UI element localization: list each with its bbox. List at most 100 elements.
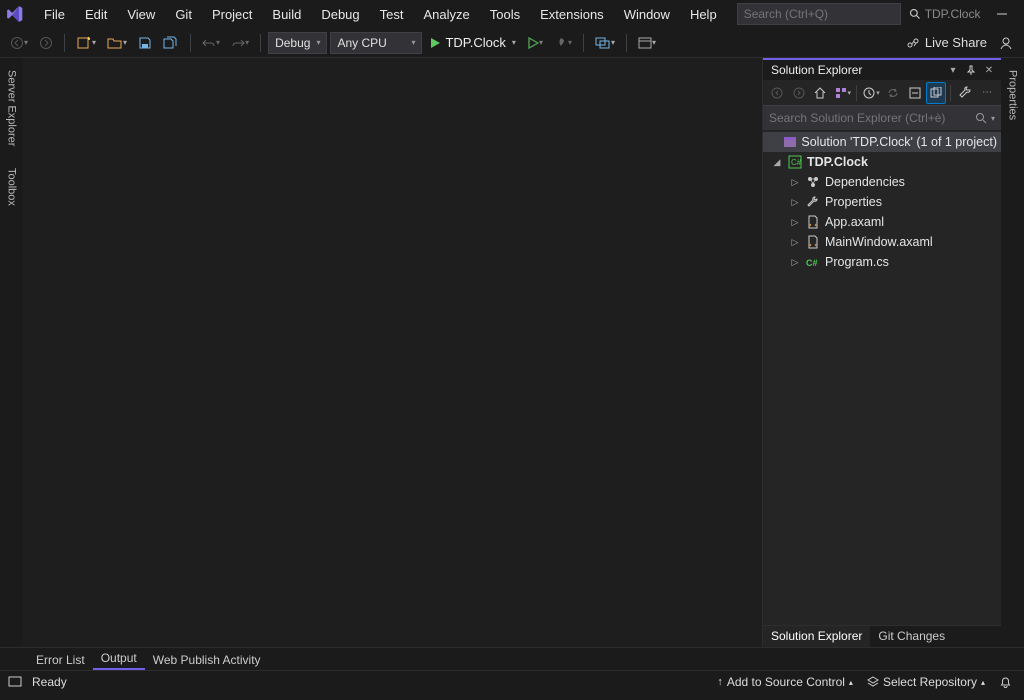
project-label: TDP.Clock bbox=[807, 155, 868, 169]
open-file-button[interactable]: ▾ bbox=[103, 32, 131, 54]
collapse-twisty-icon[interactable]: ▷ bbox=[789, 237, 801, 248]
menu-git[interactable]: Git bbox=[165, 3, 202, 26]
toolbox-tab[interactable]: Toolbox bbox=[4, 164, 20, 210]
tree-item-mainwindow-axaml[interactable]: ▷ MainWindow.axaml bbox=[763, 232, 1001, 252]
home-icon[interactable] bbox=[811, 82, 831, 104]
tab-error-list[interactable]: Error List bbox=[28, 650, 93, 670]
menu-file[interactable]: File bbox=[34, 3, 75, 26]
save-all-button[interactable] bbox=[159, 32, 183, 54]
separator bbox=[856, 85, 857, 101]
tree-item-properties[interactable]: ▷ Properties bbox=[763, 192, 1001, 212]
menu-help[interactable]: Help bbox=[680, 3, 727, 26]
solution-search[interactable]: ▾ bbox=[763, 106, 1001, 130]
select-repository-button[interactable]: Select Repository▴ bbox=[863, 673, 989, 691]
menu-debug[interactable]: Debug bbox=[311, 3, 369, 26]
solution-explorer-panel: Solution Explorer ▾ ✕ ▾ ▾ ⋯ ▾ bbox=[762, 58, 1001, 647]
search-dropdown-icon[interactable]: ▾ bbox=[991, 114, 995, 123]
project-node[interactable]: ◢ C# TDP.Clock bbox=[763, 152, 1001, 172]
solution-node[interactable]: Solution 'TDP.Clock' (1 of 1 project) bbox=[763, 132, 1001, 152]
global-search-input[interactable] bbox=[744, 7, 899, 21]
close-panel-icon[interactable]: ✕ bbox=[981, 62, 997, 78]
tab-solution-explorer[interactable]: Solution Explorer bbox=[763, 626, 870, 647]
tree-item-label: Properties bbox=[825, 195, 882, 209]
bottom-tool-tabs: Error List Output Web Publish Activity bbox=[0, 647, 1024, 670]
switch-views-icon[interactable]: ▾ bbox=[832, 82, 852, 104]
menu-analyze[interactable]: Analyze bbox=[413, 3, 479, 26]
window-layout-button[interactable]: ▾ bbox=[634, 32, 660, 54]
show-all-files-icon[interactable] bbox=[926, 82, 946, 104]
collapse-twisty-icon[interactable]: ▷ bbox=[789, 177, 801, 188]
nav-back-button[interactable]: ▾ bbox=[6, 32, 32, 54]
main-toolbar: ▾ ▾ ▾ ▾ ▾ Debug▾ Any CPU▾ TDP.Clock▾ ▾ ▾… bbox=[0, 28, 1024, 58]
start-debug-button[interactable]: TDP.Clock▾ bbox=[425, 32, 519, 54]
tree-item-app-axaml[interactable]: ▷ App.axaml bbox=[763, 212, 1001, 232]
tree-item-label: Program.cs bbox=[825, 255, 889, 269]
separator bbox=[190, 34, 191, 52]
search-icon[interactable] bbox=[975, 112, 987, 124]
global-search[interactable] bbox=[737, 3, 901, 25]
preview-icon[interactable]: ⋯ bbox=[977, 82, 997, 104]
menu-project[interactable]: Project bbox=[202, 3, 262, 26]
separator bbox=[260, 34, 261, 52]
search-icon[interactable] bbox=[903, 6, 927, 22]
pending-changes-filter-icon[interactable]: ▾ bbox=[861, 82, 881, 104]
tree-item-label: Dependencies bbox=[825, 175, 905, 189]
back-icon[interactable] bbox=[767, 82, 787, 104]
redo-button[interactable]: ▾ bbox=[227, 32, 253, 54]
collapse-twisty-icon[interactable]: ▷ bbox=[789, 257, 801, 268]
tab-web-publish[interactable]: Web Publish Activity bbox=[145, 650, 269, 670]
undo-button[interactable]: ▾ bbox=[198, 32, 224, 54]
sync-icon[interactable] bbox=[883, 82, 903, 104]
server-explorer-tab[interactable]: Server Explorer bbox=[4, 66, 20, 150]
solution-label: Solution 'TDP.Clock' (1 of 1 project) bbox=[801, 135, 997, 149]
new-item-button[interactable]: ▾ bbox=[72, 32, 100, 54]
menu-edit[interactable]: Edit bbox=[75, 3, 117, 26]
menu-extensions[interactable]: Extensions bbox=[530, 3, 614, 26]
collapse-twisty-icon[interactable]: ▷ bbox=[789, 197, 801, 208]
start-without-debug-button[interactable]: ▾ bbox=[523, 32, 547, 54]
svg-text:C#: C# bbox=[791, 158, 802, 167]
right-tool-rail: Properties bbox=[1001, 58, 1024, 647]
collapse-all-icon[interactable] bbox=[905, 82, 925, 104]
menu-tools[interactable]: Tools bbox=[480, 3, 530, 26]
menu-window[interactable]: Window bbox=[614, 3, 680, 26]
status-icon bbox=[8, 676, 22, 688]
tab-output[interactable]: Output bbox=[93, 648, 145, 670]
forward-icon[interactable] bbox=[789, 82, 809, 104]
properties-tab[interactable]: Properties bbox=[1005, 66, 1021, 124]
expand-twisty-icon[interactable]: ◢ bbox=[771, 157, 783, 168]
solution-explorer-header[interactable]: Solution Explorer ▾ ✕ bbox=[763, 58, 1001, 80]
properties-icon[interactable] bbox=[955, 82, 975, 104]
tree-item-label: App.axaml bbox=[825, 215, 884, 229]
menu-build[interactable]: Build bbox=[262, 3, 311, 26]
svg-text:C#: C# bbox=[806, 258, 818, 268]
minimize-button[interactable] bbox=[980, 0, 1024, 28]
add-source-control-button[interactable]: ↑Add to Source Control▴ bbox=[713, 673, 857, 691]
pin-icon[interactable] bbox=[963, 62, 979, 78]
feedback-button[interactable] bbox=[994, 32, 1018, 54]
platform-combo[interactable]: Any CPU▾ bbox=[330, 32, 422, 54]
menu-view[interactable]: View bbox=[117, 3, 165, 26]
main-menu: File Edit View Git Project Build Debug T… bbox=[34, 3, 727, 26]
solution-tree: Solution 'TDP.Clock' (1 of 1 project) ◢ … bbox=[763, 130, 1001, 625]
solution-icon bbox=[782, 134, 797, 150]
panel-dropdown-icon[interactable]: ▾ bbox=[945, 62, 961, 78]
menu-test[interactable]: Test bbox=[370, 3, 414, 26]
cs-file-icon: C# bbox=[805, 254, 821, 270]
save-button[interactable] bbox=[134, 32, 156, 54]
notifications-button[interactable] bbox=[995, 674, 1016, 691]
configuration-combo[interactable]: Debug▾ bbox=[268, 32, 327, 54]
tree-item-program-cs[interactable]: ▷ C# Program.cs bbox=[763, 252, 1001, 272]
tab-git-changes[interactable]: Git Changes bbox=[870, 626, 953, 647]
hot-reload-button[interactable]: ▾ bbox=[550, 32, 576, 54]
browse-button[interactable]: ▾ bbox=[591, 32, 619, 54]
tree-item-label: MainWindow.axaml bbox=[825, 235, 933, 249]
tree-item-dependencies[interactable]: ▷ Dependencies bbox=[763, 172, 1001, 192]
nav-forward-button[interactable] bbox=[35, 32, 57, 54]
solution-search-input[interactable] bbox=[769, 111, 975, 125]
separator bbox=[950, 85, 951, 101]
window-title: TDP.Clock bbox=[925, 7, 981, 21]
title-bar: File Edit View Git Project Build Debug T… bbox=[0, 0, 1024, 28]
live-share-button[interactable]: Live Share bbox=[902, 32, 991, 54]
collapse-twisty-icon[interactable]: ▷ bbox=[789, 217, 801, 228]
